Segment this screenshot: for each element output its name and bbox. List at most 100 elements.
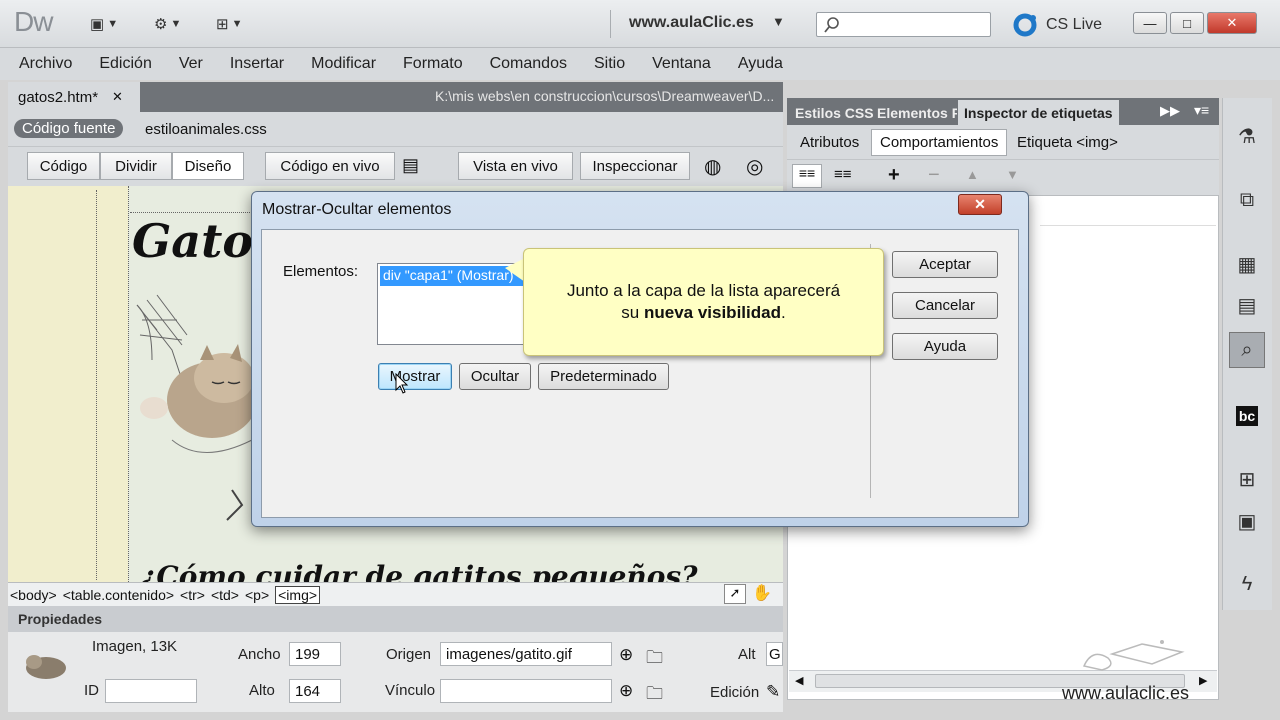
close-window-button[interactable]: ✕ <box>1207 12 1257 34</box>
show-set-events-icon[interactable]: ≡≡ <box>792 164 822 188</box>
tag-img[interactable]: <img> <box>275 585 321 604</box>
layout-icon: ▣ <box>90 16 105 33</box>
menu-comandos[interactable]: Comandos <box>490 55 567 73</box>
elements-label: Elementos: <box>283 263 359 280</box>
folder-icon[interactable]: 🗀 <box>646 681 663 710</box>
files-panel-icon[interactable]: ⧉ <box>1229 182 1265 218</box>
business-catalyst-icon[interactable]: bc <box>1229 398 1265 434</box>
inspect-button[interactable]: Inspeccionar <box>580 152 690 180</box>
menu-sitio[interactable]: Sitio <box>594 55 625 73</box>
width-label: Ancho <box>238 646 281 663</box>
point-to-file-icon[interactable]: ⊕ <box>619 645 633 665</box>
tab-ap-elements[interactable]: Elementos P <box>871 100 957 125</box>
layout-menu-button[interactable]: ▣ ▼ <box>90 12 118 36</box>
search-input[interactable] <box>816 12 991 37</box>
folder-icon[interactable]: 🗀 <box>646 645 663 674</box>
show-all-events-icon[interactable]: ≡≡ <box>834 166 852 183</box>
site-menu-button[interactable]: ⊞ ▼ <box>216 12 242 36</box>
menu-bar: Archivo Edición Ver Insertar Modificar F… <box>0 48 1280 80</box>
tag-inspector-icon[interactable]: ⌕ <box>1229 332 1265 368</box>
briefcase-icon[interactable]: ▣ <box>1229 503 1265 539</box>
split-view-button[interactable]: Dividir <box>100 152 172 180</box>
lightning-icon[interactable]: ϟ <box>1229 566 1265 602</box>
id-label: ID <box>84 682 99 699</box>
tag-table[interactable]: <table.contenido> <box>63 587 174 603</box>
callout-line-2: su nueva visibilidad. <box>621 302 785 324</box>
browser-preview-icon[interactable]: ◍ <box>704 154 721 179</box>
menu-formato[interactable]: Formato <box>403 55 463 73</box>
aulaclic-logo-icon <box>1082 640 1185 671</box>
show-button[interactable]: Mostrar <box>378 363 452 390</box>
scroll-left-icon[interactable]: ◀ <box>795 674 803 687</box>
maximize-button[interactable]: □ <box>1170 12 1204 34</box>
scroll-right-icon[interactable]: ▶ <box>1199 674 1207 687</box>
tag-td[interactable]: <td> <box>211 587 239 603</box>
cs-live-icon <box>1013 13 1037 37</box>
menu-edicion[interactable]: Edición <box>99 55 151 73</box>
default-button[interactable]: Predeterminado <box>538 363 669 390</box>
point-to-file-icon[interactable]: ⊕ <box>619 681 633 701</box>
expand-panel-icon[interactable]: ▶▶ <box>1160 103 1180 119</box>
source-field[interactable]: imagenes/gatito.gif <box>440 642 612 666</box>
help-button[interactable]: Ayuda <box>892 333 998 360</box>
id-field[interactable] <box>105 679 197 703</box>
extend-menu-button[interactable]: ⚙ ▼ <box>154 12 181 36</box>
insert-panel-icon[interactable]: ⚗ <box>1229 118 1265 154</box>
document-tab[interactable]: gatos2.htm* ✕ <box>8 82 140 112</box>
menu-ayuda[interactable]: Ayuda <box>738 55 783 73</box>
code-view-button[interactable]: Código <box>27 152 100 180</box>
chevron-down-icon[interactable]: ▼ <box>772 14 785 29</box>
visual-aids-icon[interactable]: ◎ <box>746 154 763 179</box>
link-field[interactable] <box>440 679 612 703</box>
remove-behavior-icon[interactable]: − <box>928 164 940 187</box>
accept-button[interactable]: Aceptar <box>892 251 998 278</box>
menu-ver[interactable]: Ver <box>179 55 203 73</box>
site-tree-icon: ⊞ <box>216 16 229 33</box>
cs-live-button[interactable]: CS Live <box>1012 12 1102 38</box>
cancel-button[interactable]: Cancelar <box>892 292 998 319</box>
source-code-button[interactable]: Código fuente <box>14 119 124 138</box>
list-item[interactable]: div "capa1" (Mostrar) <box>380 266 524 286</box>
tab-css-styles[interactable]: Estilos CSS <box>789 100 880 125</box>
dialog-close-button[interactable]: ✕ <box>958 194 1002 215</box>
divider <box>610 10 611 38</box>
move-down-icon[interactable]: ▼ <box>1006 167 1019 182</box>
related-css-file[interactable]: estiloanimales.css <box>145 121 267 138</box>
live-view-button[interactable]: Vista en vivo <box>458 152 573 180</box>
tab-tag-inspector[interactable]: Inspector de etiquetas <box>958 100 1119 125</box>
menu-insertar[interactable]: Insertar <box>230 55 284 73</box>
callout-emphasis: nueva visibilidad <box>643 303 781 322</box>
tag-body[interactable]: <body> <box>10 587 57 603</box>
document-tab-label: gatos2.htm* <box>18 88 99 106</box>
kitten-hammock-image[interactable] <box>132 290 257 530</box>
alt-field[interactable]: G <box>766 642 783 666</box>
design-view-button[interactable]: Diseño <box>172 152 244 180</box>
site-selector[interactable]: www.aulaClic.es <box>629 14 754 32</box>
snippets-panel-icon[interactable]: ▤ <box>1229 287 1265 323</box>
panel-menu-icon[interactable]: ▾≡ <box>1194 102 1209 119</box>
sitemap-icon[interactable]: ⊞ <box>1229 461 1265 497</box>
live-code-button[interactable]: Código en vivo <box>265 152 395 180</box>
height-field[interactable]: 164 <box>289 679 341 703</box>
image-thumbnail <box>26 655 66 679</box>
minimize-button[interactable]: — <box>1133 12 1167 34</box>
properties-header[interactable]: Propiedades <box>8 606 783 632</box>
live-code-options-icon[interactable]: ▤ <box>402 155 419 176</box>
pencil-icon[interactable]: ✎ <box>766 682 780 702</box>
behaviors-button[interactable]: Comportamientos <box>871 129 1008 156</box>
menu-ventana[interactable]: Ventana <box>652 55 711 73</box>
close-icon[interactable]: ✕ <box>112 89 123 105</box>
select-tool-icon[interactable]: ➚ <box>724 584 746 604</box>
width-field[interactable]: 199 <box>289 642 341 666</box>
move-up-icon[interactable]: ▲ <box>966 167 979 182</box>
add-behavior-icon[interactable]: + <box>888 164 900 187</box>
menu-modificar[interactable]: Modificar <box>311 55 376 73</box>
tag-tr[interactable]: <tr> <box>180 587 205 603</box>
tag-p[interactable]: <p> <box>245 587 269 603</box>
assets-panel-icon[interactable]: ▦ <box>1229 246 1265 282</box>
attributes-button[interactable]: Atributos <box>791 129 868 156</box>
menu-archivo[interactable]: Archivo <box>19 55 72 73</box>
hide-button[interactable]: Ocultar <box>459 363 531 390</box>
hand-tool-icon[interactable]: ✋ <box>752 583 772 603</box>
cs-live-label: CS Live <box>1046 16 1103 33</box>
